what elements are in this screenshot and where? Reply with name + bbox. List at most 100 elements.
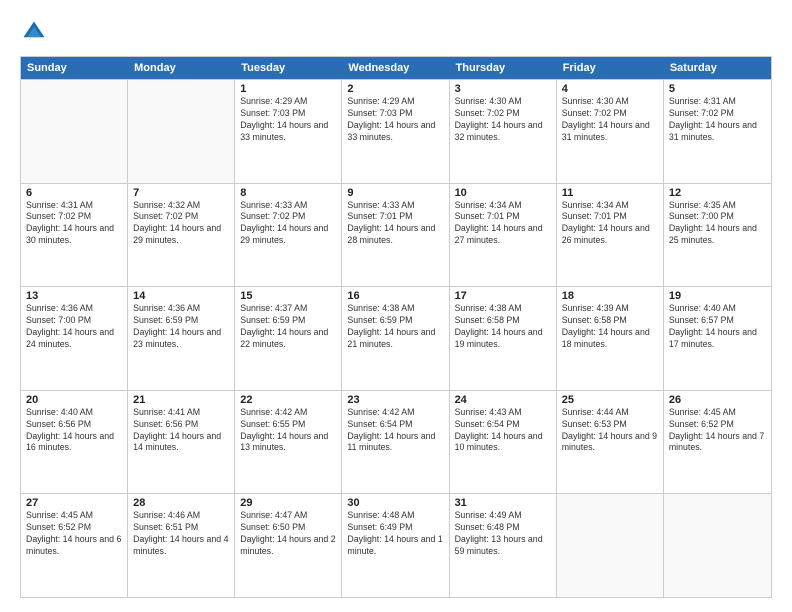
- calendar-cell: 1Sunrise: 4:29 AM Sunset: 7:03 PM Daylig…: [235, 80, 342, 183]
- weekday-header-monday: Monday: [128, 57, 235, 79]
- day-number: 12: [669, 187, 766, 199]
- weekday-header-friday: Friday: [557, 57, 664, 79]
- calendar-cell: 21Sunrise: 4:41 AM Sunset: 6:56 PM Dayli…: [128, 391, 235, 494]
- calendar-cell: 28Sunrise: 4:46 AM Sunset: 6:51 PM Dayli…: [128, 494, 235, 597]
- day-number: 26: [669, 394, 766, 406]
- day-number: 1: [240, 83, 336, 95]
- calendar: SundayMondayTuesdayWednesdayThursdayFrid…: [20, 56, 772, 598]
- weekday-header-sunday: Sunday: [21, 57, 128, 79]
- calendar-cell: [664, 494, 771, 597]
- calendar-cell: 16Sunrise: 4:38 AM Sunset: 6:59 PM Dayli…: [342, 287, 449, 390]
- day-detail: Sunrise: 4:48 AM Sunset: 6:49 PM Dayligh…: [347, 510, 443, 558]
- calendar-cell: 3Sunrise: 4:30 AM Sunset: 7:02 PM Daylig…: [450, 80, 557, 183]
- day-number: 10: [455, 187, 551, 199]
- calendar-row-1: 6Sunrise: 4:31 AM Sunset: 7:02 PM Daylig…: [21, 183, 771, 287]
- day-detail: Sunrise: 4:34 AM Sunset: 7:01 PM Dayligh…: [455, 200, 551, 248]
- calendar-cell: 2Sunrise: 4:29 AM Sunset: 7:03 PM Daylig…: [342, 80, 449, 183]
- calendar-cell: 26Sunrise: 4:45 AM Sunset: 6:52 PM Dayli…: [664, 391, 771, 494]
- day-number: 24: [455, 394, 551, 406]
- day-detail: Sunrise: 4:30 AM Sunset: 7:02 PM Dayligh…: [455, 96, 551, 144]
- calendar-cell: 31Sunrise: 4:49 AM Sunset: 6:48 PM Dayli…: [450, 494, 557, 597]
- day-number: 25: [562, 394, 658, 406]
- day-number: 11: [562, 187, 658, 199]
- calendar-cell: 19Sunrise: 4:40 AM Sunset: 6:57 PM Dayli…: [664, 287, 771, 390]
- weekday-header-thursday: Thursday: [450, 57, 557, 79]
- day-detail: Sunrise: 4:34 AM Sunset: 7:01 PM Dayligh…: [562, 200, 658, 248]
- day-detail: Sunrise: 4:35 AM Sunset: 7:00 PM Dayligh…: [669, 200, 766, 248]
- calendar-row-4: 27Sunrise: 4:45 AM Sunset: 6:52 PM Dayli…: [21, 493, 771, 597]
- day-number: 7: [133, 187, 229, 199]
- calendar-cell: 10Sunrise: 4:34 AM Sunset: 7:01 PM Dayli…: [450, 184, 557, 287]
- day-number: 17: [455, 290, 551, 302]
- calendar-cell: 22Sunrise: 4:42 AM Sunset: 6:55 PM Dayli…: [235, 391, 342, 494]
- day-detail: Sunrise: 4:36 AM Sunset: 6:59 PM Dayligh…: [133, 303, 229, 351]
- calendar-cell: 11Sunrise: 4:34 AM Sunset: 7:01 PM Dayli…: [557, 184, 664, 287]
- weekday-header-wednesday: Wednesday: [342, 57, 449, 79]
- calendar-cell: 25Sunrise: 4:44 AM Sunset: 6:53 PM Dayli…: [557, 391, 664, 494]
- day-number: 18: [562, 290, 658, 302]
- day-detail: Sunrise: 4:44 AM Sunset: 6:53 PM Dayligh…: [562, 407, 658, 455]
- calendar-cell: 18Sunrise: 4:39 AM Sunset: 6:58 PM Dayli…: [557, 287, 664, 390]
- day-detail: Sunrise: 4:40 AM Sunset: 6:56 PM Dayligh…: [26, 407, 122, 455]
- day-detail: Sunrise: 4:45 AM Sunset: 6:52 PM Dayligh…: [26, 510, 122, 558]
- day-number: 5: [669, 83, 766, 95]
- day-number: 21: [133, 394, 229, 406]
- day-detail: Sunrise: 4:36 AM Sunset: 7:00 PM Dayligh…: [26, 303, 122, 351]
- day-number: 22: [240, 394, 336, 406]
- day-number: 9: [347, 187, 443, 199]
- calendar-cell: 23Sunrise: 4:42 AM Sunset: 6:54 PM Dayli…: [342, 391, 449, 494]
- day-detail: Sunrise: 4:31 AM Sunset: 7:02 PM Dayligh…: [669, 96, 766, 144]
- calendar-header: SundayMondayTuesdayWednesdayThursdayFrid…: [21, 57, 771, 79]
- day-detail: Sunrise: 4:31 AM Sunset: 7:02 PM Dayligh…: [26, 200, 122, 248]
- day-number: 8: [240, 187, 336, 199]
- calendar-cell: 15Sunrise: 4:37 AM Sunset: 6:59 PM Dayli…: [235, 287, 342, 390]
- day-number: 4: [562, 83, 658, 95]
- day-detail: Sunrise: 4:32 AM Sunset: 7:02 PM Dayligh…: [133, 200, 229, 248]
- day-detail: Sunrise: 4:46 AM Sunset: 6:51 PM Dayligh…: [133, 510, 229, 558]
- day-number: 19: [669, 290, 766, 302]
- day-detail: Sunrise: 4:38 AM Sunset: 6:59 PM Dayligh…: [347, 303, 443, 351]
- day-number: 13: [26, 290, 122, 302]
- day-detail: Sunrise: 4:29 AM Sunset: 7:03 PM Dayligh…: [347, 96, 443, 144]
- day-detail: Sunrise: 4:30 AM Sunset: 7:02 PM Dayligh…: [562, 96, 658, 144]
- day-number: 31: [455, 497, 551, 509]
- day-detail: Sunrise: 4:33 AM Sunset: 7:01 PM Dayligh…: [347, 200, 443, 248]
- calendar-cell: 9Sunrise: 4:33 AM Sunset: 7:01 PM Daylig…: [342, 184, 449, 287]
- calendar-cell: [557, 494, 664, 597]
- calendar-cell: 5Sunrise: 4:31 AM Sunset: 7:02 PM Daylig…: [664, 80, 771, 183]
- calendar-cell: 8Sunrise: 4:33 AM Sunset: 7:02 PM Daylig…: [235, 184, 342, 287]
- day-detail: Sunrise: 4:33 AM Sunset: 7:02 PM Dayligh…: [240, 200, 336, 248]
- day-detail: Sunrise: 4:43 AM Sunset: 6:54 PM Dayligh…: [455, 407, 551, 455]
- day-number: 15: [240, 290, 336, 302]
- day-number: 14: [133, 290, 229, 302]
- calendar-row-2: 13Sunrise: 4:36 AM Sunset: 7:00 PM Dayli…: [21, 286, 771, 390]
- day-number: 2: [347, 83, 443, 95]
- calendar-cell: 30Sunrise: 4:48 AM Sunset: 6:49 PM Dayli…: [342, 494, 449, 597]
- calendar-body: 1 Sunrise: 4:29 AM Sunset: 7:03 PM Daylig…: [21, 79, 771, 597]
- calendar-cell: 6Sunrise: 4:31 AM Sunset: 7:02 PM Daylig…: [21, 184, 128, 287]
- calendar-cell: 7Sunrise: 4:32 AM Sunset: 7:02 PM Daylig…: [128, 184, 235, 287]
- calendar-cell: [21, 80, 128, 183]
- calendar-row-0: 1 Sunrise: 4:29 AM Sunset: 7:03 PM Daylig…: [21, 79, 771, 183]
- day-number: 6: [26, 187, 122, 199]
- weekday-header-tuesday: Tuesday: [235, 57, 342, 79]
- weekday-header-saturday: Saturday: [664, 57, 771, 79]
- day-number: 30: [347, 497, 443, 509]
- day-detail: Sunrise: 4:47 AM Sunset: 6:50 PM Dayligh…: [240, 510, 336, 558]
- day-detail: Sunrise: 4:45 AM Sunset: 6:52 PM Dayligh…: [669, 407, 766, 455]
- header: [20, 18, 772, 46]
- day-number: 29: [240, 497, 336, 509]
- calendar-cell: 20Sunrise: 4:40 AM Sunset: 6:56 PM Dayli…: [21, 391, 128, 494]
- calendar-cell: 12Sunrise: 4:35 AM Sunset: 7:00 PM Dayli…: [664, 184, 771, 287]
- calendar-cell: 24Sunrise: 4:43 AM Sunset: 6:54 PM Dayli…: [450, 391, 557, 494]
- calendar-row-3: 20Sunrise: 4:40 AM Sunset: 6:56 PM Dayli…: [21, 390, 771, 494]
- calendar-cell: 13Sunrise: 4:36 AM Sunset: 7:00 PM Dayli…: [21, 287, 128, 390]
- day-detail: Sunrise: 4:49 AM Sunset: 6:48 PM Dayligh…: [455, 510, 551, 558]
- day-detail: Sunrise: 4:39 AM Sunset: 6:58 PM Dayligh…: [562, 303, 658, 351]
- day-detail: Sunrise: 4:41 AM Sunset: 6:56 PM Dayligh…: [133, 407, 229, 455]
- calendar-cell: 27Sunrise: 4:45 AM Sunset: 6:52 PM Dayli…: [21, 494, 128, 597]
- day-detail: Sunrise: 4:38 AM Sunset: 6:58 PM Dayligh…: [455, 303, 551, 351]
- logo-icon: [20, 18, 48, 46]
- day-number: 20: [26, 394, 122, 406]
- day-detail: Sunrise: 4:40 AM Sunset: 6:57 PM Dayligh…: [669, 303, 766, 351]
